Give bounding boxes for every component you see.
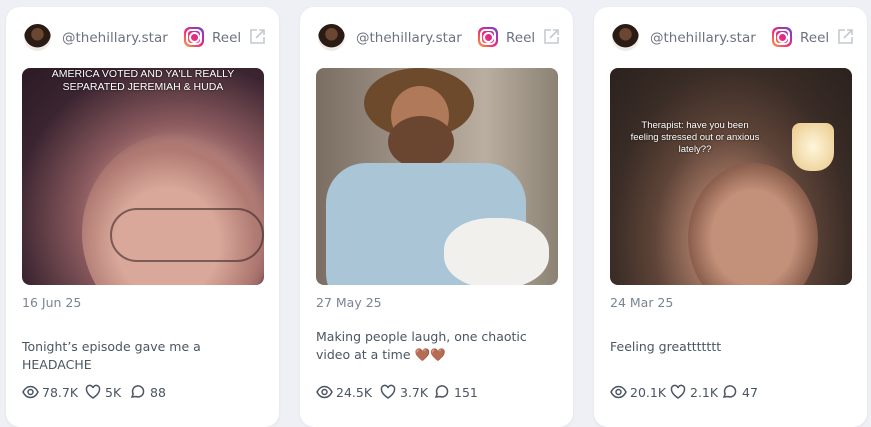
external-link-icon[interactable]	[836, 28, 854, 46]
heart-icon	[380, 384, 396, 399]
views-count: 20.1K	[630, 385, 667, 400]
views-count: 24.5K	[336, 385, 373, 400]
card-header: @thehillary.star Reel	[318, 23, 559, 53]
post-description: Tonight’s episode gave me a HEADACHE	[22, 339, 201, 372]
eye-icon	[22, 385, 39, 399]
heart-icon	[85, 384, 101, 399]
post-type-label: Reel	[506, 30, 536, 46]
post-description: Feeling greattttttt	[610, 339, 722, 354]
comments-count: 88	[150, 385, 166, 400]
post-type-label: Reel	[212, 30, 242, 46]
post-date: 16 Jun 25	[22, 295, 82, 310]
post-card[interactable]: @thehillary.star Reel AMERICA VOTED AND …	[6, 7, 279, 427]
account-handle[interactable]: @thehillary.star	[650, 30, 756, 46]
views-count: 78.7K	[42, 385, 79, 400]
comments-count: 47	[742, 385, 758, 400]
comment-icon	[130, 385, 145, 398]
post-type-label: Reel	[800, 30, 830, 46]
comments-count: 151	[454, 385, 478, 400]
heart-icon	[670, 384, 686, 399]
instagram-icon	[478, 27, 498, 47]
account-handle[interactable]: @thehillary.star	[62, 30, 168, 46]
post-description: Making people laugh, one chaotic video a…	[316, 329, 527, 362]
media-caption: Therapist: have you been feeling stresse…	[630, 120, 760, 155]
avatar[interactable]	[318, 24, 345, 51]
post-thumbnail[interactable]: AMERICA VOTED AND YA'LL REALLY SEPARATED…	[22, 68, 264, 285]
likes-count: 5K	[105, 385, 122, 400]
account-handle[interactable]: @thehillary.star	[356, 30, 462, 46]
post-card[interactable]: @thehillary.star Reel 27 May 25 Making p…	[300, 7, 573, 427]
comment-icon	[722, 385, 737, 398]
instagram-icon	[184, 27, 204, 47]
post-thumbnail[interactable]: Therapist: have you been feeling stresse…	[610, 68, 852, 285]
eye-icon	[610, 385, 627, 399]
post-date: 27 May 25	[316, 295, 382, 310]
post-thumbnail[interactable]	[316, 68, 558, 285]
external-link-icon[interactable]	[542, 28, 560, 46]
post-card[interactable]: @thehillary.star Reel Therapist: have yo…	[594, 7, 867, 427]
avatar[interactable]	[24, 24, 51, 51]
media-caption: AMERICA VOTED AND YA'LL REALLY SEPARATED…	[51, 68, 235, 93]
external-link-icon[interactable]	[248, 28, 266, 46]
likes-count: 2.1K	[690, 385, 719, 400]
comment-icon	[434, 385, 449, 398]
post-date: 24 Mar 25	[610, 295, 674, 310]
card-header: @thehillary.star Reel	[24, 23, 265, 53]
eye-icon	[316, 385, 333, 399]
instagram-icon	[772, 27, 792, 47]
likes-count: 3.7K	[400, 385, 429, 400]
avatar[interactable]	[612, 24, 639, 51]
card-header: @thehillary.star Reel	[612, 23, 853, 53]
